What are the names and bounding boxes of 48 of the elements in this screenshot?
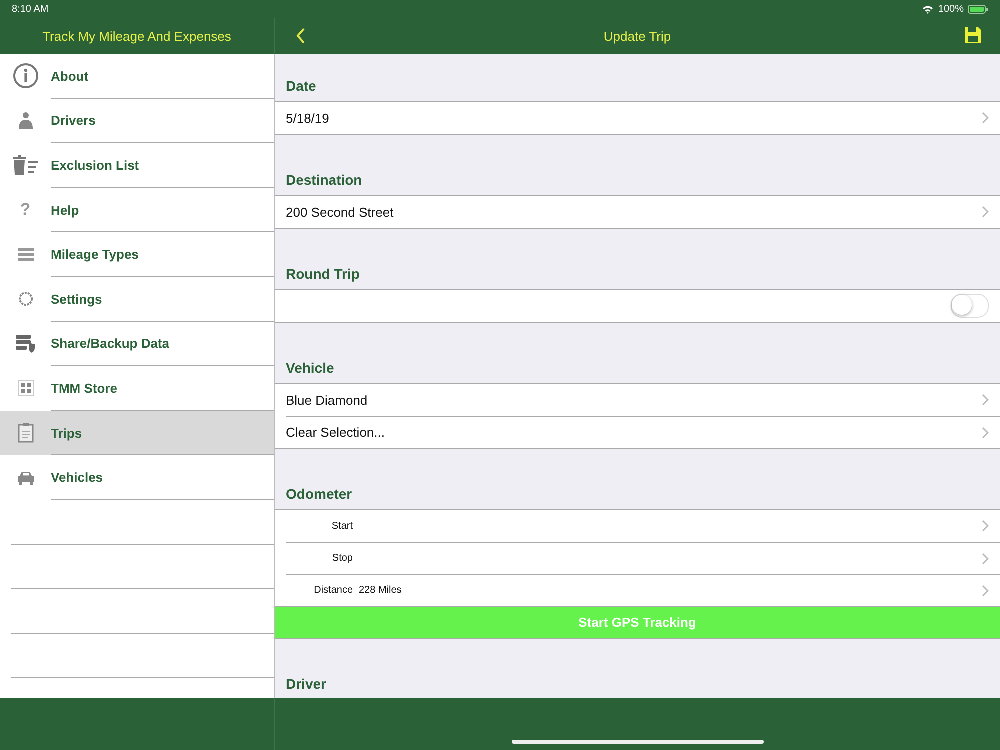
sidebar-item[interactable]: ? Help bbox=[0, 188, 274, 232]
info-icon bbox=[12, 63, 38, 90]
odometer-row[interactable]: Stop bbox=[286, 542, 1000, 574]
clipboard-icon bbox=[18, 423, 34, 444]
sidebar-item[interactable]: About bbox=[0, 54, 274, 99]
chevron-icon bbox=[982, 206, 989, 218]
odometer-row[interactable]: Start bbox=[286, 510, 1000, 542]
chevron-icon bbox=[982, 112, 989, 124]
section-title: Date bbox=[286, 78, 316, 94]
sidebar-item[interactable]: Settings bbox=[0, 276, 274, 322]
chevron-icon bbox=[982, 584, 989, 596]
wifi-icon bbox=[922, 4, 934, 14]
section-title: Driver bbox=[286, 676, 326, 692]
battery-percent: 100% bbox=[938, 4, 964, 14]
round-trip-toggle[interactable] bbox=[951, 294, 989, 318]
sidebar-item[interactable]: Trips bbox=[0, 410, 274, 456]
chevron-icon bbox=[982, 552, 989, 564]
list-row[interactable]: Blue Diamond bbox=[275, 384, 1000, 416]
sidebar-item[interactable]: Exclusion List bbox=[0, 143, 274, 188]
chevron-icon bbox=[982, 394, 989, 406]
trash-icon bbox=[12, 155, 38, 176]
section-title: Odometer bbox=[286, 486, 352, 502]
battery-icon bbox=[968, 4, 988, 14]
sidebar-item[interactable]: Vehicles bbox=[0, 455, 274, 500]
sidebar-item[interactable]: Share/Backup Data bbox=[0, 322, 274, 366]
list-row[interactable]: 5/18/19 bbox=[275, 102, 1000, 134]
database-shield-icon bbox=[16, 334, 36, 353]
status-time: 8:10 AM bbox=[12, 4, 49, 14]
screen-title: Update Trip bbox=[604, 28, 672, 44]
app-title: Track My Mileage And Expenses bbox=[42, 28, 232, 44]
list-row[interactable]: Clear Selection... bbox=[286, 416, 1000, 448]
section-title: Destination bbox=[286, 172, 362, 188]
grid-icon bbox=[18, 380, 34, 396]
car-icon bbox=[16, 470, 34, 485]
person-icon bbox=[18, 112, 34, 130]
list-icon bbox=[18, 248, 34, 262]
gear-icon bbox=[18, 291, 34, 308]
chevron-icon bbox=[982, 426, 989, 438]
question-icon: ? bbox=[20, 200, 31, 220]
back-icon[interactable] bbox=[296, 28, 306, 44]
sidebar-item[interactable]: TMM Store bbox=[0, 366, 274, 411]
section-title: Vehicle bbox=[286, 360, 334, 376]
save-icon[interactable] bbox=[964, 26, 982, 44]
chevron-icon bbox=[982, 520, 989, 532]
sidebar-item[interactable]: Mileage Types bbox=[0, 232, 274, 277]
list-row[interactable]: 200 Second Street bbox=[275, 196, 1000, 228]
section-title: Round Trip bbox=[286, 266, 360, 282]
sidebar-item[interactable]: Drivers bbox=[0, 98, 274, 144]
